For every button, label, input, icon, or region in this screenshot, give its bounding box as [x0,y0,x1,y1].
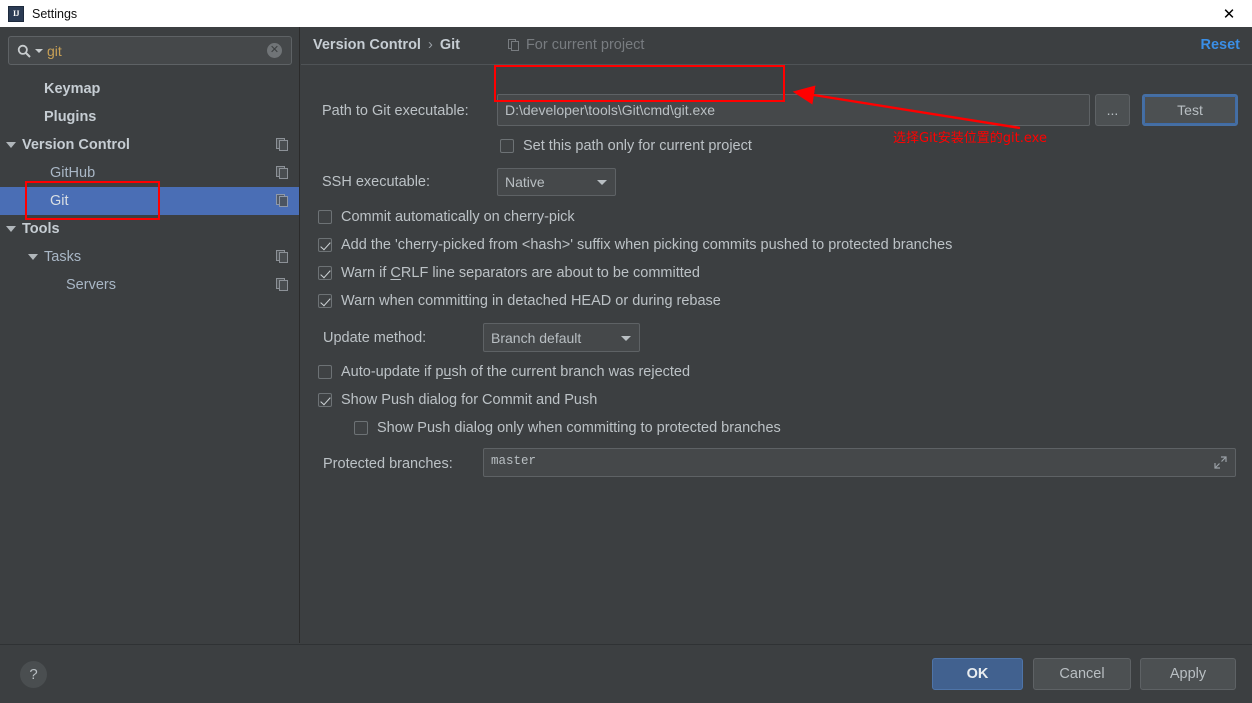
add-cherry-picked-suffix-row[interactable]: Add the 'cherry-picked from <hash>' suff… [318,237,952,253]
set-path-only-row[interactable]: Set this path only for current project [500,138,752,154]
help-icon[interactable]: ? [20,661,47,688]
sidebar-item-label: Keymap [44,81,100,97]
sidebar-item-label: Plugins [44,109,96,125]
mnemonic-letter: u [443,364,451,380]
scope-note-label: For current project [526,37,644,53]
search-input[interactable]: git [47,43,267,59]
cancel-button[interactable]: Cancel [1033,658,1131,690]
warn-detached-head-checkbox[interactable] [318,294,332,308]
sidebar-scrollbar[interactable] [289,27,297,643]
sidebar-item-label: Git [50,193,69,209]
path-to-git-label: Path to Git executable: [322,103,469,119]
protected-branches-label: Protected branches: [323,456,453,472]
breadcrumb-root[interactable]: Version Control [313,37,421,53]
mnemonic-letter: C [390,265,400,281]
warn-detached-head-row[interactable]: Warn when committing in detached HEAD or… [318,293,721,309]
auto-update-push-rejected-label: Auto-update if push of the current branc… [341,364,690,380]
copy-icon[interactable] [276,194,289,207]
update-method-value: Branch default [484,330,581,346]
window-title: Settings [32,7,77,21]
expand-arrow-slot[interactable] [0,142,22,148]
clear-icon[interactable]: ✕ [267,43,282,58]
show-push-dialog-protected-label: Show Push dialog only when committing to… [377,420,781,436]
add-cherry-picked-suffix-label: Add the 'cherry-picked from <hash>' suff… [341,237,952,253]
update-method-select[interactable]: Branch default [483,323,640,352]
search-field[interactable]: git ✕ [8,36,292,65]
header-divider [301,64,1252,65]
warn-crlf-checkbox[interactable] [318,266,332,280]
window-titlebar: IJ Settings ✕ [0,0,1252,27]
expand-arrow-slot[interactable] [0,226,22,232]
ssh-executable-value: Native [498,174,545,190]
copy-icon[interactable] [276,250,289,263]
settings-tree: Keymap Plugins Version Control GitHub [0,75,299,299]
sidebar-item-tools[interactable]: Tools [0,215,299,243]
warn-crlf-row[interactable]: Warn if CRLF line separators are about t… [318,265,700,281]
set-path-only-checkbox[interactable] [500,139,514,153]
sidebar-item-label: GitHub [50,165,95,181]
apply-button[interactable]: Apply [1140,658,1236,690]
chevron-down-icon[interactable] [597,180,607,185]
breadcrumb: Version Control › Git For current projec… [313,37,644,53]
commit-auto-cherry-pick-row[interactable]: Commit automatically on cherry-pick [318,209,575,225]
sidebar-item-label: Version Control [22,137,130,153]
sidebar-item-label: Tools [22,221,60,237]
sidebar-item-label: Servers [66,277,116,293]
ok-button[interactable]: OK [932,658,1023,690]
show-push-dialog-protected-checkbox[interactable] [354,421,368,435]
annotation-note-text: 选择Git安装位置的git.exe [893,127,1047,146]
ssh-executable-label: SSH executable: [322,174,430,190]
test-button[interactable]: Test [1142,94,1238,126]
expand-arrow-slot[interactable] [22,254,44,260]
chevron-down-icon[interactable] [6,226,16,232]
warn-crlf-label: Warn if CRLF line separators are about t… [341,265,700,281]
settings-dialog: IJ Settings ✕ git ✕ Keymap [0,0,1252,703]
copy-icon [508,39,520,51]
search-icon [17,44,31,58]
breadcrumb-separator: › [428,37,433,53]
sidebar-item-plugins[interactable]: Plugins [0,103,299,131]
sidebar-item-github[interactable]: GitHub [0,159,299,187]
set-path-only-label: Set this path only for current project [523,138,752,154]
scope-note: For current project [508,37,644,53]
settings-sidebar: git ✕ Keymap Plugins Version Control [0,27,300,643]
auto-update-push-rejected-row[interactable]: Auto-update if push of the current branc… [318,364,690,380]
protected-branches-input[interactable]: master [483,448,1236,477]
show-push-dialog-protected-row[interactable]: Show Push dialog only when committing to… [354,420,781,436]
sidebar-item-tasks[interactable]: Tasks [0,243,299,271]
sidebar-item-label: Tasks [44,249,81,265]
chevron-down-icon[interactable] [28,254,38,260]
copy-icon[interactable] [276,278,289,291]
expand-icon[interactable] [1214,456,1227,469]
chevron-down-icon[interactable] [621,336,631,341]
breadcrumb-leaf: Git [440,37,460,53]
reset-link[interactable]: Reset [1201,37,1241,53]
add-cherry-picked-suffix-checkbox[interactable] [318,238,332,252]
path-to-git-value: D:\developer\tools\Git\cmd\git.exe [498,102,715,118]
chevron-down-icon[interactable] [35,49,43,53]
show-push-dialog-checkbox[interactable] [318,393,332,407]
path-to-git-input[interactable]: D:\developer\tools\Git\cmd\git.exe [497,94,1090,126]
sidebar-item-keymap[interactable]: Keymap [0,75,299,103]
copy-icon[interactable] [276,138,289,151]
sidebar-item-git[interactable]: Git [0,187,299,215]
sidebar-item-servers[interactable]: Servers [0,271,299,299]
commit-auto-cherry-pick-label: Commit automatically on cherry-pick [341,209,575,225]
show-push-dialog-row[interactable]: Show Push dialog for Commit and Push [318,392,597,408]
sidebar-item-version-control[interactable]: Version Control [0,131,299,159]
ssh-executable-select[interactable]: Native [497,168,616,196]
intellij-idea-icon: IJ [8,6,24,22]
show-push-dialog-label: Show Push dialog for Commit and Push [341,392,597,408]
protected-branches-value: master [484,449,1235,468]
close-icon[interactable]: ✕ [1206,0,1252,27]
warn-detached-head-label: Warn when committing in detached HEAD or… [341,293,721,309]
copy-icon[interactable] [276,166,289,179]
commit-auto-cherry-pick-checkbox[interactable] [318,210,332,224]
browse-button[interactable]: ... [1095,94,1130,126]
chevron-down-icon[interactable] [6,142,16,148]
auto-update-push-rejected-checkbox[interactable] [318,365,332,379]
update-method-label: Update method: [323,330,426,346]
dialog-footer: ? OK Cancel Apply [0,644,1252,703]
git-settings-panel: Version Control › Git For current projec… [301,27,1252,643]
